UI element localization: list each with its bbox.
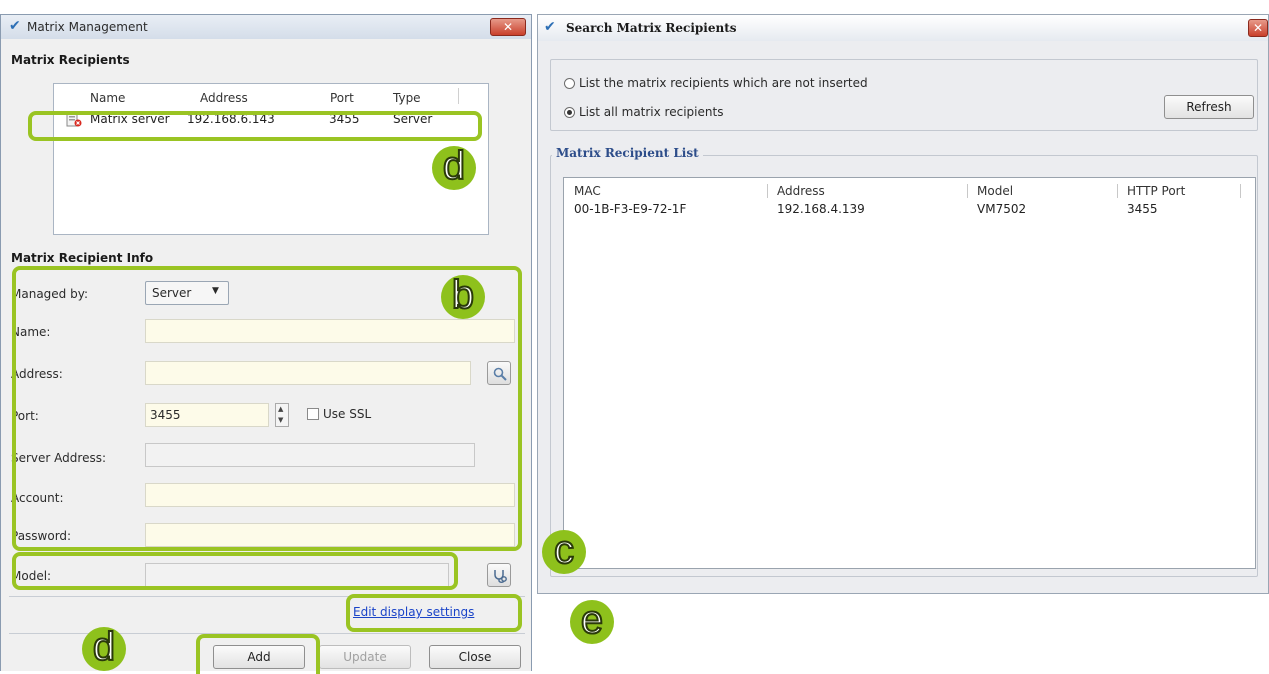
column-header-mac[interactable]: MAC: [574, 184, 601, 198]
recipient-list[interactable]: MAC Address Model HTTP Port 00-1B-F3-E9-…: [563, 177, 1256, 569]
search-matrix-recipients-window: ✔ Search Matrix Recipients ✕ List the ma…: [537, 14, 1269, 594]
column-header-name[interactable]: Name: [90, 91, 125, 105]
close-button[interactable]: Close: [429, 645, 521, 669]
radio-dot: [567, 110, 572, 115]
title-bar: ✔ Search Matrix Recipients ✕: [538, 15, 1268, 41]
radio-all-label: List all matrix recipients: [579, 105, 724, 119]
stethoscope-icon: [492, 568, 508, 587]
highlight-edit-display: [346, 594, 522, 632]
radio-not-inserted[interactable]: List the matrix recipients which are not…: [564, 76, 984, 92]
column-header-http-port[interactable]: HTTP Port: [1127, 184, 1185, 198]
highlight-recipient-row: [28, 111, 482, 141]
title-bar: ✔ Matrix Management ✕: [1, 15, 531, 39]
refresh-button[interactable]: Refresh: [1164, 95, 1254, 119]
row-address: 192.168.4.139: [777, 202, 865, 216]
radio-not-inserted-label: List the matrix recipients which are not…: [579, 76, 868, 90]
radio-all[interactable]: List all matrix recipients: [564, 105, 864, 121]
recipients-list[interactable]: Name Address Port Type Matrix server 192…: [53, 83, 489, 235]
window-title: Matrix Management: [27, 20, 148, 34]
highlight-model: [12, 552, 458, 590]
annotation-badge-e: e: [570, 599, 614, 644]
annotation-badge-c: c: [542, 529, 586, 574]
radio-button[interactable]: [564, 78, 575, 89]
close-icon[interactable]: ✕: [490, 18, 526, 36]
close-icon[interactable]: ✕: [1248, 19, 1268, 37]
annotation-badge-d: d: [432, 145, 476, 190]
radio-button-selected[interactable]: [564, 107, 575, 118]
annotation-badge-d: d: [82, 626, 126, 671]
column-header-port[interactable]: Port: [330, 91, 354, 105]
highlight-add-button: [196, 634, 320, 674]
app-logo-icon: ✔: [544, 19, 556, 35]
column-separator: [967, 184, 968, 198]
info-section-title: Matrix Recipient Info: [11, 251, 154, 265]
column-header-address[interactable]: Address: [777, 184, 825, 198]
model-detect-button[interactable]: [487, 563, 511, 587]
window-title: Search Matrix Recipients: [566, 21, 737, 35]
list-item[interactable]: 00-1B-F3-E9-72-1F 192.168.4.139 VM7502 3…: [564, 202, 1254, 220]
column-header-type[interactable]: Type: [393, 91, 421, 105]
column-separator: [1240, 184, 1241, 198]
column-separator: [767, 184, 768, 198]
row-mac: 00-1B-F3-E9-72-1F: [574, 202, 687, 216]
column-separator: [1117, 184, 1118, 198]
annotation-badge-b: b: [441, 274, 485, 319]
recipients-section-title: Matrix Recipients: [11, 53, 130, 67]
update-button[interactable]: Update: [319, 645, 411, 669]
row-model: VM7502: [977, 202, 1027, 216]
column-separator: [458, 88, 459, 104]
group-title: Matrix Recipient List: [552, 146, 703, 160]
row-http-port: 3455: [1127, 202, 1158, 216]
app-logo-icon: ✔: [9, 18, 21, 34]
column-header-model[interactable]: Model: [977, 184, 1013, 198]
column-header-address[interactable]: Address: [200, 91, 248, 105]
